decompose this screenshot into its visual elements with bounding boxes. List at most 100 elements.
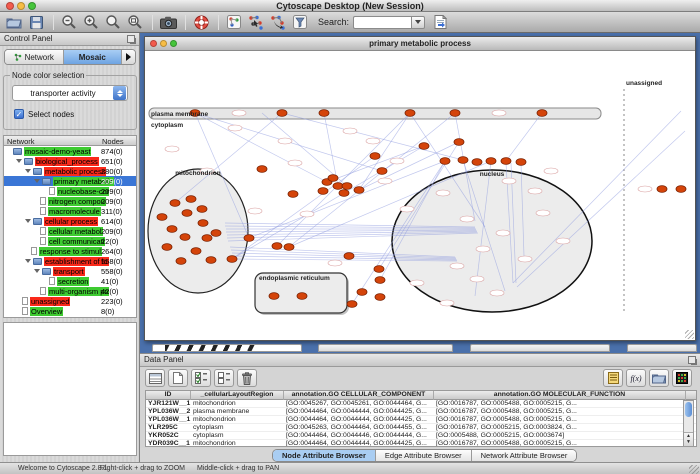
network-node[interactable]	[375, 294, 385, 301]
network-node[interactable]	[342, 183, 352, 190]
window-resize-grip[interactable]	[685, 330, 694, 339]
table-column-header[interactable]: annotation.GO MOLECULAR_FUNCTION	[434, 391, 686, 400]
disclosure-triangle-icon[interactable]	[34, 179, 40, 183]
network-node[interactable]	[202, 235, 212, 242]
new-attribute-icon[interactable]	[168, 369, 188, 387]
tree-row[interactable]: establishment of lo558(0)	[4, 256, 136, 266]
tree-row[interactable]: response to stimul264(0)	[4, 246, 136, 256]
node-color-dropdown[interactable]: transporter activity	[12, 85, 128, 101]
network-node[interactable]	[357, 289, 367, 296]
network-node[interactable]	[170, 200, 180, 207]
network-node[interactable]	[182, 210, 192, 217]
network-node[interactable]	[339, 190, 349, 197]
disclosure-triangle-icon[interactable]	[16, 159, 22, 163]
disclosure-triangle-icon[interactable]	[25, 259, 31, 263]
minimized-window-sliver[interactable]	[152, 344, 302, 352]
network-node[interactable]	[157, 214, 167, 221]
disclosure-triangle-icon[interactable]	[25, 219, 31, 223]
function-builder-icon[interactable]: f(x)	[626, 369, 646, 387]
select-nodes-checkbox[interactable]: ✓	[14, 109, 24, 119]
unselect-attributes-icon[interactable]	[214, 369, 234, 387]
network-node[interactable]	[318, 188, 328, 195]
tab-network-attribute-browser[interactable]: Network Attribute Browser	[472, 450, 577, 461]
delete-attribute-icon[interactable]	[237, 369, 257, 387]
network-node[interactable]	[269, 293, 279, 300]
minimized-window-sliver[interactable]	[318, 344, 453, 352]
scrollbar-arrows[interactable]: ▲▼	[684, 432, 693, 446]
table-column-header[interactable]: ID	[146, 391, 191, 400]
network-node[interactable]	[537, 110, 547, 117]
attribute-list-icon[interactable]	[603, 369, 623, 387]
app-resize-grip[interactable]	[689, 465, 699, 474]
save-icon[interactable]	[26, 14, 46, 31]
network-node[interactable]	[657, 186, 667, 193]
network-node[interactable]	[486, 158, 496, 165]
network-node[interactable]	[284, 244, 294, 251]
tree-row[interactable]: cellular metabol209(0)	[4, 226, 136, 236]
network-canvas[interactable]: plasma membranecytoplasmmitochondrionnuc…	[145, 51, 695, 340]
network-node[interactable]	[375, 277, 385, 284]
network-node[interactable]	[354, 187, 364, 194]
tab-network[interactable]: Network	[5, 50, 64, 64]
table-row[interactable]: YJR121W__1mitochondrion[GO:0045267, GO:0…	[146, 400, 696, 408]
tree-row[interactable]: cell communicati22(0)	[4, 236, 136, 246]
network-node[interactable]	[288, 191, 298, 198]
table-column-header[interactable]: _cellularLayoutRegion	[191, 391, 284, 400]
network-node[interactable]	[176, 258, 186, 265]
tree-row[interactable]: primary metabolic209(0)	[4, 176, 136, 186]
scrollbar-thumb[interactable]	[685, 402, 692, 417]
tab-node-attribute-browser[interactable]: Node Attribute Browser	[273, 450, 376, 461]
network-node[interactable]	[676, 186, 686, 193]
network-node[interactable]	[197, 206, 207, 213]
tree-row[interactable]: biological_process651(0)	[4, 156, 136, 166]
zoom-selected-icon[interactable]	[103, 14, 123, 31]
network-node[interactable]	[319, 110, 329, 117]
network-node[interactable]	[257, 166, 267, 173]
network-node[interactable]	[227, 256, 237, 263]
tree-row[interactable]: Overview8(0)	[4, 306, 136, 316]
more-tabs-button[interactable]	[122, 50, 135, 64]
tree-row[interactable]: cellular process614(0)	[4, 216, 136, 226]
tree-row[interactable]: mosaic-demo-yeast874(0)	[4, 146, 136, 156]
network-node[interactable]	[440, 158, 450, 165]
network-node[interactable]	[162, 244, 172, 251]
filter-icon[interactable]	[290, 14, 310, 31]
network-node[interactable]	[333, 183, 343, 190]
help-lifesaver-icon[interactable]	[191, 14, 211, 31]
network-node[interactable]	[405, 110, 415, 117]
network-node[interactable]	[377, 168, 387, 175]
float-panel-icon[interactable]	[127, 35, 135, 43]
minimized-window-sliver[interactable]	[470, 344, 610, 352]
table-scrollbar[interactable]: ▲▼	[683, 400, 694, 447]
import-attributes-icon[interactable]	[649, 369, 669, 387]
network-node[interactable]	[458, 157, 468, 164]
float-panel-icon[interactable]	[688, 356, 696, 364]
minimized-window-sliver[interactable]	[627, 344, 697, 352]
network-node[interactable]	[516, 159, 526, 166]
zoom-in-icon[interactable]	[81, 14, 101, 31]
table-row[interactable]: YDR039C__1mitochondrion[GO:0044464, GO:0…	[146, 440, 696, 447]
network-node[interactable]	[344, 253, 354, 260]
network-node[interactable]	[206, 257, 216, 264]
network-node[interactable]	[297, 293, 307, 300]
select-attributes-icon[interactable]	[191, 369, 211, 387]
attribute-table-icon[interactable]	[145, 369, 165, 387]
layout-icon[interactable]	[246, 14, 266, 31]
table-column-header[interactable]: annotation.GO CELLULAR_COMPONENT	[284, 391, 434, 400]
search-dropdown-button[interactable]	[411, 16, 425, 29]
network-node[interactable]	[450, 110, 460, 117]
network-node[interactable]	[272, 243, 282, 250]
tree-row[interactable]: secretion41(0)	[4, 276, 136, 286]
tree-row[interactable]: nucleobase-con209(0)	[4, 186, 136, 196]
network-node[interactable]	[374, 266, 384, 273]
rotate-layout-icon[interactable]	[268, 14, 288, 31]
network-node[interactable]	[370, 153, 380, 160]
tab-mosaic[interactable]: Mosaic	[64, 50, 123, 64]
network-node[interactable]	[328, 175, 338, 182]
tree-row[interactable]: multi-organism pro42(0)	[4, 286, 136, 296]
network-node[interactable]	[501, 158, 511, 165]
vizmapper-icon[interactable]	[224, 14, 244, 31]
network-node[interactable]	[244, 235, 254, 242]
network-node[interactable]	[419, 143, 429, 150]
tab-edge-attribute-browser[interactable]: Edge Attribute Browser	[376, 450, 472, 461]
